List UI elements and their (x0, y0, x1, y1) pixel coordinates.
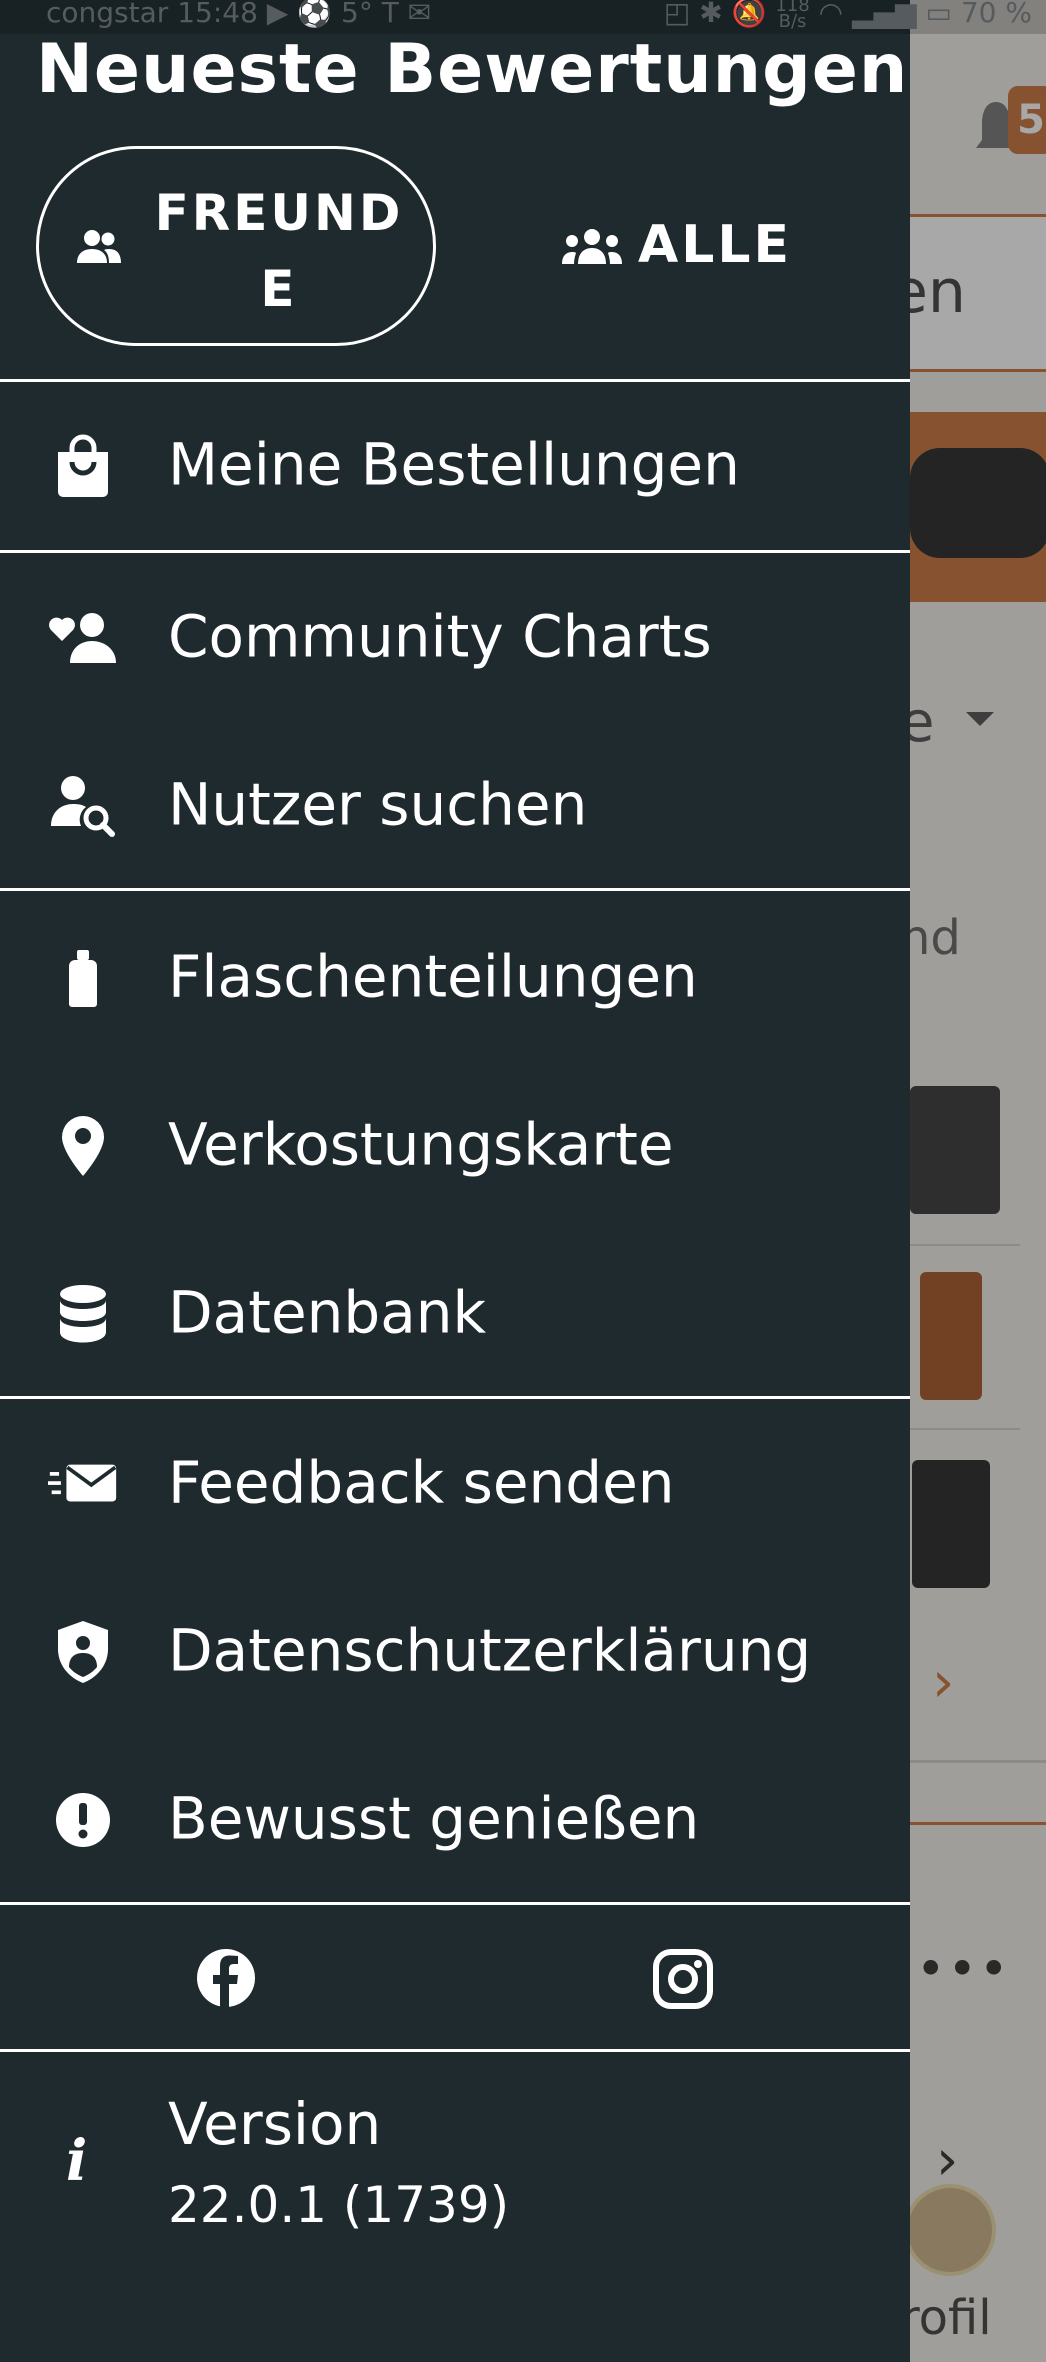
battery-level: 70 % (960, 0, 1032, 29)
user-search-icon (48, 771, 118, 841)
menu-item-label: Datenschutzerklärung (168, 1616, 812, 1685)
menu-item-label: Flaschenteilungen (168, 942, 698, 1011)
version-label: Version (168, 2090, 382, 2158)
menu-item-verkostungskarte[interactable]: Verkostungskarte (0, 1066, 910, 1226)
menu-item-bewusst-geniessen[interactable]: Bewusst genießen (0, 1740, 910, 1900)
menu-item-label: Verkostungskarte (168, 1110, 674, 1179)
info-icon: i (66, 2128, 88, 2194)
bottle-icon (48, 943, 118, 1013)
map-pin-icon (48, 1111, 118, 1181)
mute-icon: 🔕 (731, 0, 767, 29)
network-speed-unit: B/s (778, 11, 807, 32)
menu-item-meine-bestellungen[interactable]: Meine Bestellungen (0, 386, 910, 546)
status-bar: congstar 15:48 ▶ ⚽ 5° T ✉ ◰ ✱ 🔕 118 B/s … (0, 0, 1046, 34)
toggle-friends-button[interactable]: FREUNDE (36, 146, 436, 346)
signal-icon: ▂▄▆ (851, 0, 917, 29)
database-icon (48, 1279, 118, 1349)
battery-icon: ▭ (925, 0, 952, 29)
wifi-icon: ◠ (818, 0, 844, 29)
shield-user-icon (48, 1617, 118, 1687)
menu-item-label: Meine Bestellungen (168, 430, 740, 499)
divider (0, 550, 910, 553)
group-icon (562, 228, 622, 270)
menu-item-label: Feedback senden (168, 1448, 675, 1517)
toggle-all-label: ALLE (638, 215, 793, 275)
status-left: congstar 15:48 ▶ ⚽ 5° T ✉ (46, 0, 431, 30)
divider (0, 1396, 910, 1399)
nfc-icon: ◰ (663, 0, 691, 29)
toggle-friends-label: FREUNDE (154, 184, 404, 318)
divider (0, 379, 910, 382)
community-heart-icon (48, 603, 118, 673)
version-number: 22.0.1 (1739) (168, 2176, 510, 2234)
friends-icon (75, 229, 123, 269)
menu-item-label: Nutzer suchen (168, 770, 588, 839)
status-time: 15:48 (177, 0, 258, 29)
drawer-title: Neueste Bewertungen (36, 30, 909, 109)
network-speed: 118 B/s (775, 0, 809, 32)
bluetooth-icon: ✱ (699, 0, 723, 29)
soccer-icon: ⚽ (297, 0, 333, 29)
shopping-bag-icon (48, 431, 118, 501)
navigation-drawer: Neueste Bewertungen FREUNDE ALLE Meine B… (0, 0, 910, 2362)
status-right: ◰ ✱ 🔕 118 B/s ◠ ▂▄▆ ▭ 70 % (663, 0, 1032, 32)
facebook-icon[interactable] (196, 1948, 256, 2008)
instagram-icon[interactable] (652, 1948, 714, 2010)
menu-item-community-charts[interactable]: Community Charts (0, 558, 910, 718)
youtube-icon: ▶ (266, 0, 289, 29)
exclamation-circle-icon (48, 1785, 118, 1855)
carrier-name: congstar (46, 0, 169, 29)
temperature: 5° (341, 0, 373, 29)
divider (0, 888, 910, 891)
send-mail-icon (48, 1449, 118, 1519)
menu-item-nutzer-suchen[interactable]: Nutzer suchen (0, 726, 910, 886)
menu-item-datenschutzerklaerung[interactable]: Datenschutzerklärung (0, 1572, 910, 1732)
mail-icon: ✉ (407, 0, 432, 29)
menu-item-label: Bewusst genießen (168, 1784, 700, 1853)
divider (0, 2049, 910, 2052)
divider (0, 1902, 910, 1905)
menu-item-flaschenteilungen[interactable]: Flaschenteilungen (0, 898, 910, 1058)
menu-item-label: Community Charts (168, 602, 712, 671)
menu-item-datenbank[interactable]: Datenbank (0, 1234, 910, 1394)
menu-item-label: Datenbank (168, 1278, 487, 1347)
t-icon: T (381, 0, 399, 29)
menu-item-feedback-senden[interactable]: Feedback senden (0, 1404, 910, 1564)
